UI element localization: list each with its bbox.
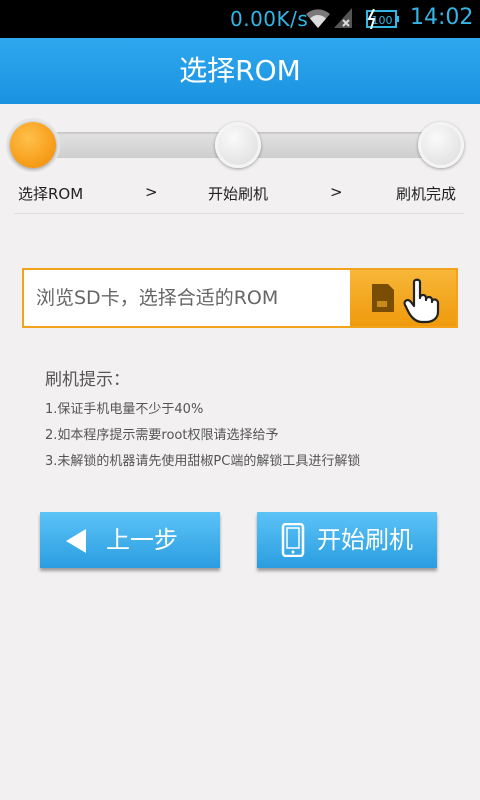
svg-text:100: 100: [372, 14, 393, 27]
network-speed: 0.00K/s: [230, 7, 309, 31]
wifi-icon: [305, 6, 331, 34]
step-label-start-flash: 开始刷机: [208, 185, 269, 203]
signal-icon: [332, 6, 354, 34]
browse-rom-placeholder: 浏览SD卡，选择合适的ROM: [36, 287, 279, 309]
step-separator: >: [145, 183, 158, 201]
browse-sd-button[interactable]: [350, 270, 456, 326]
status-bar: 0.00K/s 100 14:02: [0, 0, 480, 38]
page-title: 选择ROM: [0, 38, 480, 104]
browse-rom-field[interactable]: 浏览SD卡，选择合适的ROM: [22, 268, 458, 328]
tip-item: 1.保证手机电量不少于40%: [45, 402, 204, 417]
step-label-select-rom: 选择ROM: [18, 185, 84, 203]
start-flash-button[interactable]: 开始刷机: [257, 512, 437, 568]
sd-card-icon: [370, 284, 394, 316]
divider: [14, 213, 464, 214]
step-separator: >: [330, 183, 343, 201]
battery-charging-icon: 100: [366, 8, 400, 33]
step-indicator-3: [418, 122, 464, 168]
tip-item: 3.未解锁的机器请先使用甜椒PC端的解锁工具进行解锁: [45, 454, 361, 469]
phone-icon: [281, 522, 305, 563]
pointer-hand-icon: [400, 278, 446, 328]
tip-item: 2.如本程序提示需要root权限请选择给予: [45, 428, 279, 443]
back-button[interactable]: 上一步: [40, 512, 220, 568]
step-label-flash-complete: 刷机完成: [396, 185, 457, 203]
back-button-label: 上一步: [106, 526, 178, 554]
clock: 14:02: [410, 5, 474, 30]
start-flash-button-label: 开始刷机: [317, 526, 413, 554]
step-indicator-2: [215, 122, 261, 168]
back-arrow-icon: [64, 528, 88, 560]
step-indicator-1-active: [10, 122, 56, 168]
tips-heading: 刷机提示：: [45, 370, 130, 390]
